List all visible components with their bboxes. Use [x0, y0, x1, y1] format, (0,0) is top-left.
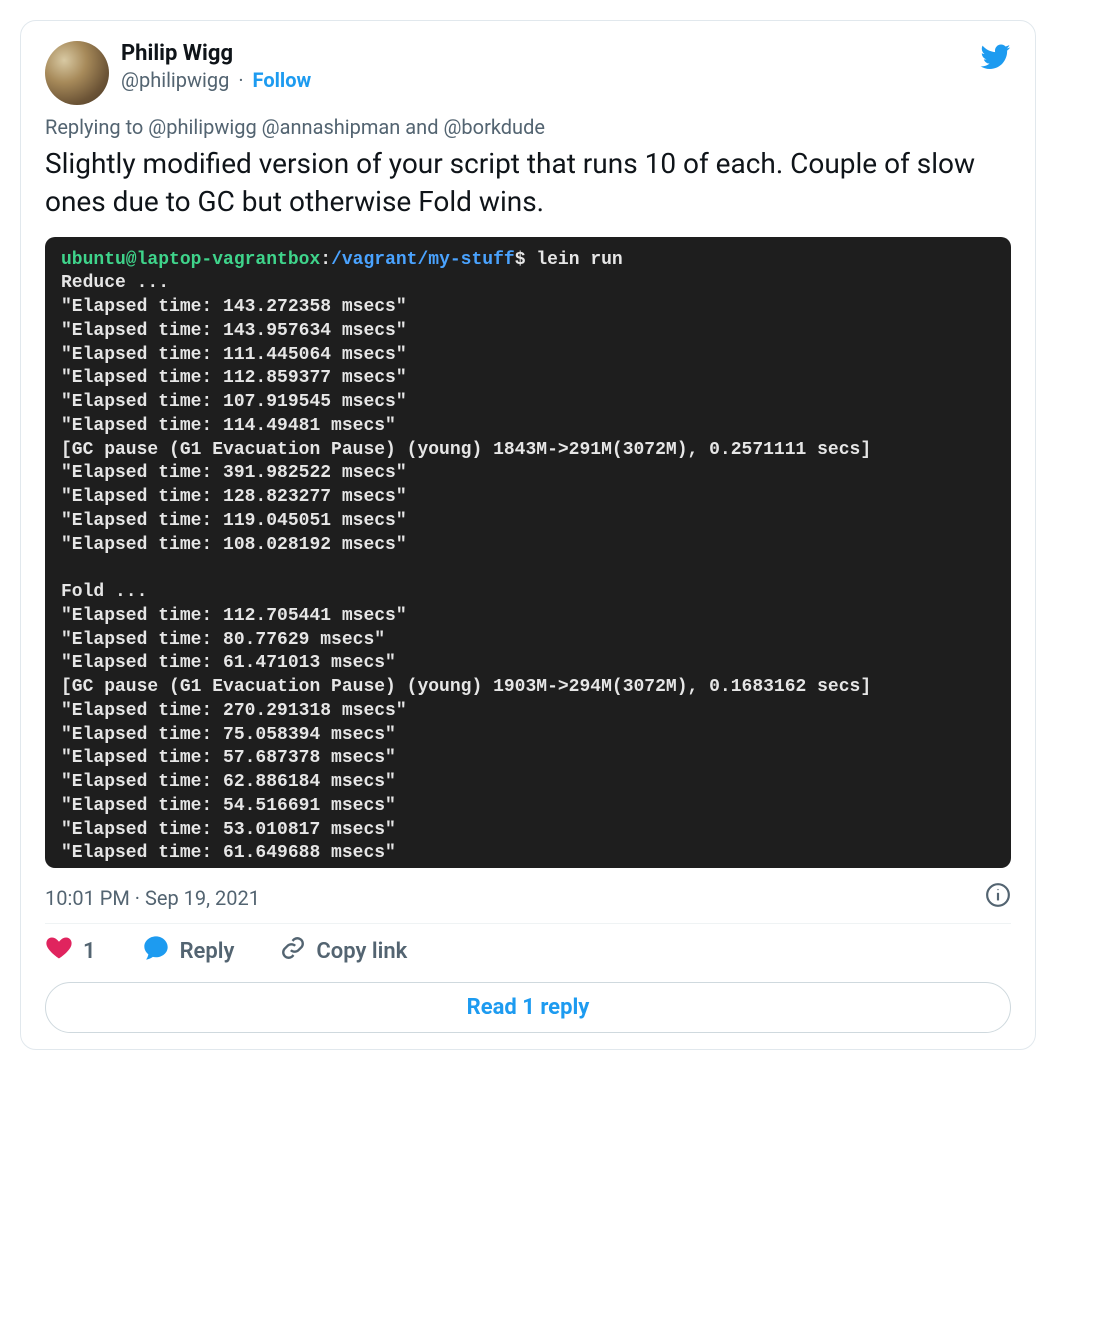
- terminal-screenshot: ubuntu@laptop-vagrantbox:/vagrant/my-stu…: [45, 237, 1011, 869]
- twitter-logo-icon[interactable]: [979, 41, 1011, 77]
- terminal-line: [GC pause (G1 Evacuation Pause) (young) …: [61, 676, 995, 700]
- reply-label: Reply: [180, 939, 235, 964]
- info-icon[interactable]: [985, 882, 1011, 913]
- reply-icon: [142, 934, 170, 968]
- terminal-line: "Elapsed time: 112.705441 msecs": [61, 605, 995, 629]
- terminal-line: "Elapsed time: 57.687378 msecs": [61, 747, 995, 771]
- terminal-line: "Elapsed time: 54.516691 msecs": [61, 795, 995, 819]
- terminal-line: "Elapsed time: 270.291318 msecs": [61, 700, 995, 724]
- tweet-header: Philip Wigg @philipwigg · Follow: [45, 41, 1011, 105]
- heart-icon: [45, 934, 73, 968]
- terminal-line: "Elapsed time: 61.649688 msecs": [61, 842, 995, 866]
- terminal-line: "Elapsed time: 143.272358 msecs": [61, 296, 995, 320]
- link-icon: [280, 935, 306, 967]
- terminal-line: "Elapsed time: 75.058394 msecs": [61, 724, 995, 748]
- terminal-prompt-line: ubuntu@laptop-vagrantbox:/vagrant/my-stu…: [61, 249, 995, 273]
- terminal-line: "Elapsed time: 108.028192 msecs": [61, 534, 995, 558]
- terminal-line: "Elapsed time: 111.445064 msecs": [61, 344, 995, 368]
- terminal-line: "Elapsed time: 61.471013 msecs": [61, 652, 995, 676]
- terminal-output: Reduce ..."Elapsed time: 143.272358 msec…: [61, 272, 995, 866]
- terminal-line: "Elapsed time: 391.982522 msecs": [61, 462, 995, 486]
- terminal-line: "Elapsed time: 80.77629 msecs": [61, 629, 995, 653]
- tweet-card: Philip Wigg @philipwigg · Follow Replyin…: [20, 20, 1036, 1050]
- actions-row: 1 Reply Copy link: [45, 934, 1011, 968]
- divider: [45, 923, 1011, 924]
- user-handle[interactable]: @philipwigg: [121, 68, 229, 92]
- terminal-line: Reduce ...: [61, 272, 995, 296]
- separator-dot: ·: [233, 68, 248, 92]
- copy-link-label: Copy link: [316, 939, 407, 964]
- terminal-line: "Elapsed time: 143.957634 msecs": [61, 320, 995, 344]
- terminal-line: "Elapsed time: 119.045051 msecs": [61, 510, 995, 534]
- prompt-path: /vagrant/my-stuff: [331, 250, 515, 270]
- terminal-line: Fold ...: [61, 581, 995, 605]
- like-button[interactable]: 1: [45, 934, 96, 968]
- prompt-dollar: $: [515, 250, 526, 270]
- terminal-line: "Elapsed time: 53.010817 msecs": [61, 819, 995, 843]
- user-block[interactable]: Philip Wigg @philipwigg · Follow: [45, 41, 311, 105]
- terminal-line: "Elapsed time: 62.886184 msecs": [61, 771, 995, 795]
- terminal-line: "Elapsed time: 112.859377 msecs": [61, 367, 995, 391]
- avatar[interactable]: [45, 41, 109, 105]
- terminal-line: [GC pause (G1 Evacuation Pause) (young) …: [61, 439, 995, 463]
- copy-link-button[interactable]: Copy link: [280, 935, 407, 967]
- terminal-command: lein run: [526, 250, 623, 270]
- read-replies-button[interactable]: Read 1 reply: [45, 982, 1011, 1033]
- tweet-text: Slightly modified version of your script…: [45, 145, 1011, 221]
- reply-button[interactable]: Reply: [142, 934, 235, 968]
- terminal-line: "Elapsed time: 107.919545 msecs": [61, 391, 995, 415]
- tweet-timestamp[interactable]: 10:01 PM · Sep 19, 2021: [45, 886, 260, 910]
- reply-context[interactable]: Replying to @philipwigg @annashipman and…: [45, 115, 1011, 139]
- display-name[interactable]: Philip Wigg: [121, 41, 233, 66]
- follow-link[interactable]: Follow: [253, 68, 312, 92]
- terminal-line: "Elapsed time: 114.49481 msecs": [61, 415, 995, 439]
- terminal-line: "Elapsed time: 128.823277 msecs": [61, 486, 995, 510]
- prompt-user: ubuntu@laptop-vagrantbox: [61, 250, 320, 270]
- terminal-line: [61, 557, 995, 581]
- like-count: 1: [83, 939, 96, 964]
